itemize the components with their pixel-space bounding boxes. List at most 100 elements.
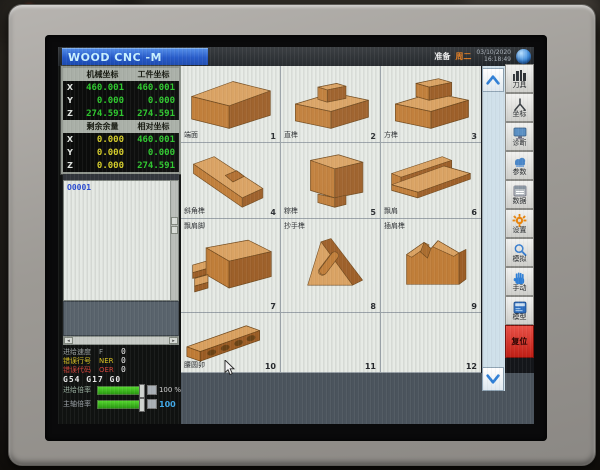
remain-x: 0.000 [77,133,128,146]
joint-preset-grid: 端面 1 直榫 2 [181,66,481,373]
preset-cell[interactable]: 方榫 3 [381,66,481,143]
preset-cell[interactable]: 端面 1 [181,66,281,143]
axis-label: Z [63,159,77,172]
function-sidebar: 刀具 坐标 诊断 参数 数据 设置 [505,64,534,358]
preset-cell[interactable]: 12 [381,313,481,373]
sidebar-item-model[interactable]: 模型 [505,296,534,325]
preset-label: 端面 [184,130,198,140]
preset-cell[interactable]: 飘肩脚 7 [181,219,281,313]
gear-icon [512,214,527,227]
mouse-cursor [224,360,235,380]
preset-number: 3 [471,132,477,141]
work-y: 0.000 [128,94,179,107]
sidebar-item-parameters[interactable]: 参数 [505,151,534,180]
preset-cell[interactable]: 插肩榫 9 [381,219,481,313]
axis-label: Y [63,146,77,159]
sidebar-item-coords[interactable]: 坐标 [505,93,534,122]
preset-cell[interactable]: 斜角榫 4 [181,143,281,219]
grid-scroll-track[interactable] [482,66,505,391]
override-box [147,399,157,409]
preset-cell[interactable]: 飘肩 6 [381,143,481,219]
monitor-bezel: WOOD CNC -M 准备 周二 03/10/2020 16:18:49 机械… [8,4,596,466]
override-box [147,385,157,395]
scroll-right-button[interactable]: ▸ [169,337,178,344]
preset-cell[interactable]: 11 [281,313,381,373]
relative-z: 274.591 [128,159,179,172]
sidebar-item-manual[interactable]: 手动 [505,267,534,296]
machine-x: 460.001 [77,81,128,94]
preset-number: 9 [471,302,477,311]
feed-rate-code: F [99,348,121,356]
remain-header: 剩余余量 [77,120,128,133]
sidebar-item-data[interactable]: 数据 [505,180,534,209]
preset-label: 飘肩 [384,206,398,216]
joint-image-wedge-slot [281,219,380,312]
preset-cell[interactable]: 抄手榫 8 [281,219,381,313]
cloud-icon [512,156,528,169]
preset-number: 4 [270,208,276,217]
machine-y: 0.000 [77,94,128,107]
feed-rate-value: 0 [121,347,126,356]
app-title-bar: WOOD CNC -M [62,48,208,65]
program-editor[interactable]: O0001 [63,180,179,301]
sidebar-item-label: 坐标 [513,111,527,118]
preset-number: 5 [370,208,376,217]
relative-header: 相对坐标 [128,120,179,133]
scroll-down-button[interactable] [482,367,504,391]
scroll-left-button[interactable]: ◂ [64,337,73,344]
page-title: WOOD CNC -M [68,51,162,64]
top-bar: WOOD CNC -M 准备 周二 03/10/2020 16:18:49 [58,47,534,66]
spindle-override-slider[interactable] [97,400,145,409]
reset-button[interactable]: 复位 [505,325,534,358]
machine-coord-header: 机械坐标 [77,68,128,81]
preset-label: 插肩榫 [384,221,405,231]
chevron-up-icon [485,74,501,86]
machine-status-panel: 进给速度 F 0 错误行号 NER 0 错误代码 OER 0 G54 G17 G… [63,347,181,410]
relative-y: 0.000 [128,146,179,159]
preset-number: 6 [471,208,477,217]
screen: WOOD CNC -M 准备 周二 03/10/2020 16:18:49 机械… [58,47,534,424]
axis-label: X [63,81,77,94]
preset-cell[interactable]: 直榫 2 [281,66,381,143]
spindle-override-value: 100 [159,400,176,409]
program-name: O0001 [67,183,91,192]
app-window-icon [512,301,528,314]
preset-number: 11 [365,362,376,371]
scrollbar-button[interactable] [171,217,178,225]
scrollbar-button[interactable] [171,226,178,234]
hand-icon [512,272,527,285]
sidebar-item-settings[interactable]: 设置 [505,209,534,238]
preset-label: 斜角榫 [184,206,205,216]
sidebar-item-simulation[interactable]: 模拟 [505,238,534,267]
sidebar-item-label: 刀具 [513,82,527,89]
spindle-override-label: 主轴倍率 [63,399,95,409]
preset-cell[interactable]: 粽榫 5 [281,143,381,219]
axis-label: X [63,133,77,146]
datetime: 03/10/2020 16:18:49 [476,50,511,64]
monitor-icon [512,127,528,140]
window-icon [512,185,528,198]
coordinate-panel: 机械坐标 工件坐标 X 460.001 460.001 Y 0.000 0.00… [63,68,179,172]
remain-z: 0.000 [77,159,128,172]
sidebar-item-diagnosis[interactable]: 诊断 [505,122,534,151]
preset-label: 方榫 [384,130,398,140]
preset-label: 腰圆卯 [184,360,205,370]
scroll-up-button[interactable] [482,68,504,92]
sidebar-item-tool[interactable]: 刀具 [505,64,534,93]
machine-state: 准备 [434,51,450,62]
editor-horizontal-scrollbar[interactable]: ◂ ▸ [63,336,179,345]
preset-number: 10 [265,362,276,371]
machine-z: 274.591 [77,107,128,120]
work-z: 274.591 [128,107,179,120]
editor-vertical-scrollbar[interactable] [170,181,178,300]
joint-image-tenoned-leg [181,219,280,312]
active-gcodes: G54 G17 G0 [63,374,181,384]
preset-label: 抄手榫 [284,221,305,231]
error-line-value: 0 [121,356,126,365]
sidebar-item-label: 参数 [513,169,527,176]
sidebar-item-label: 模拟 [513,256,527,263]
work-coord-header: 工件坐标 [128,68,179,81]
feed-override-slider[interactable] [97,386,145,395]
preset-number: 2 [370,132,376,141]
error-code-label: 错误代码 [63,365,99,375]
